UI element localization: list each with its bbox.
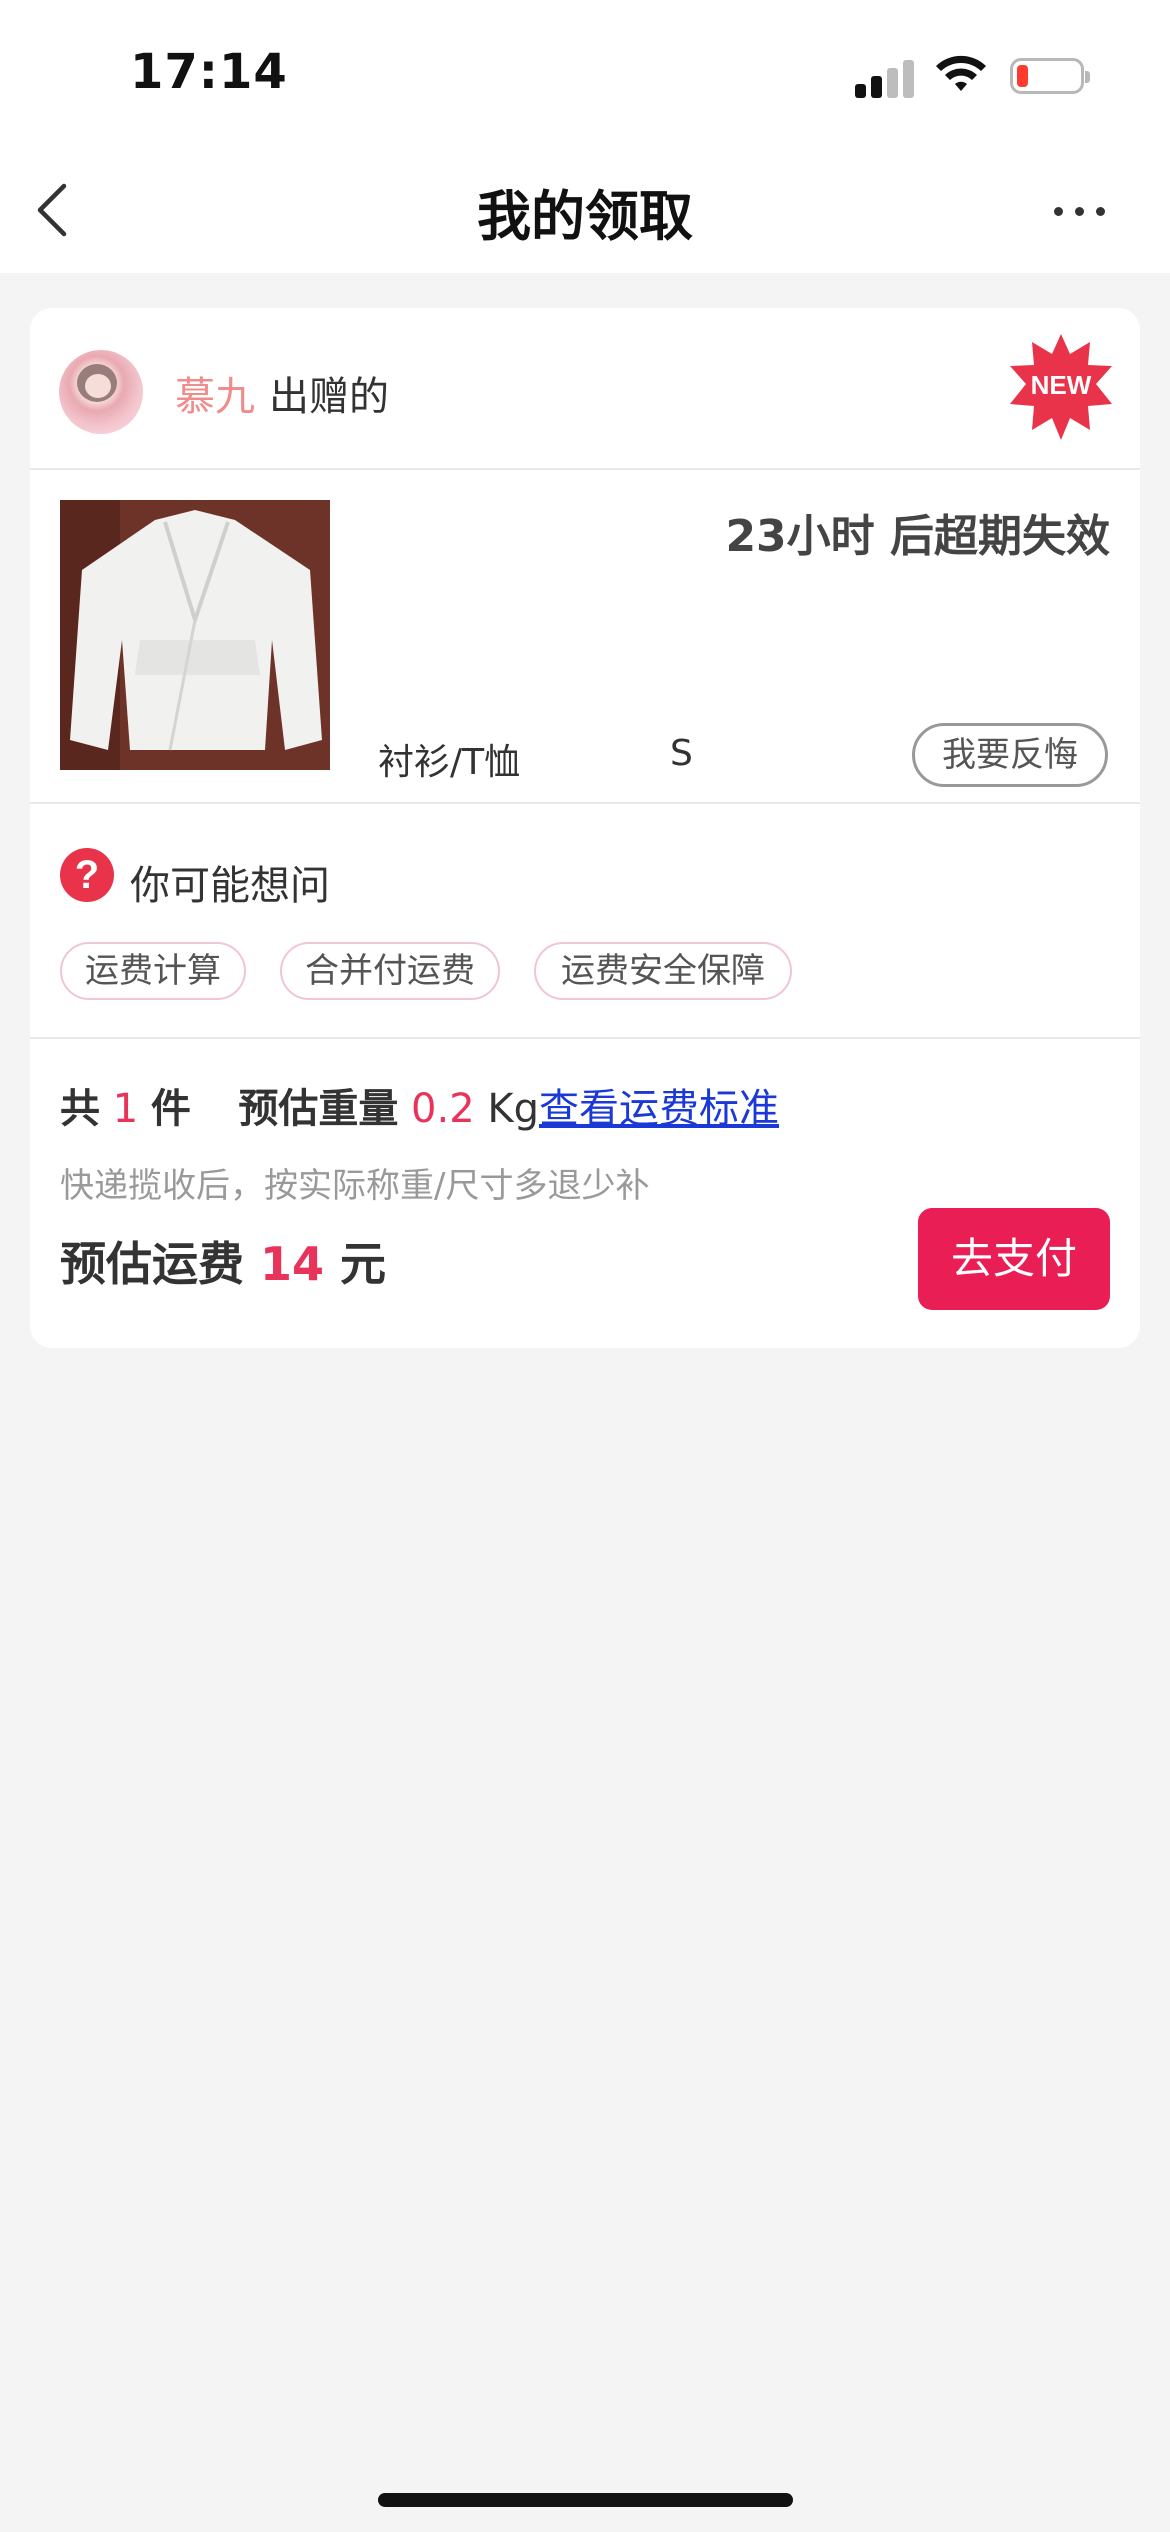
faq-tag-shipping-calc[interactable]: 运费计算	[60, 942, 246, 1000]
product-category: 衬衫/T恤	[378, 742, 521, 783]
weight-unit: Kg	[487, 1086, 540, 1132]
divider	[30, 468, 1140, 470]
nav-bar: 我的领取	[0, 150, 1170, 273]
divider	[30, 1037, 1140, 1039]
page-title: 我的领取	[477, 185, 693, 248]
order-summary: 共 1 件 预估重量 0.2 Kg查看运费标准	[60, 1076, 779, 1134]
wifi-icon	[936, 55, 986, 91]
giver-suffix: 出赠的	[269, 374, 389, 420]
battery-low-icon	[1010, 58, 1090, 94]
item-count: 1	[112, 1086, 139, 1132]
product-image[interactable]	[60, 500, 330, 770]
faq-tag-shipping-protection[interactable]: 运费安全保障	[534, 942, 792, 1000]
estimated-fee: 预估运费 14 元	[60, 1228, 386, 1294]
more-dots-icon[interactable]	[1050, 195, 1110, 225]
question-circle-icon: ?	[60, 848, 114, 902]
regret-button[interactable]: 我要反悔	[912, 723, 1108, 787]
expiry-countdown: 23小时 后超期失效	[725, 511, 1110, 562]
fee-value: 14	[260, 1237, 325, 1291]
fee-unit: 元	[340, 1237, 387, 1291]
cellular-signal-icon	[855, 58, 915, 98]
new-badge: NEW	[1008, 334, 1114, 440]
giver-name[interactable]: 慕九	[175, 374, 255, 420]
white-blouse-image	[60, 500, 330, 770]
new-badge-label: NEW	[1030, 370, 1092, 400]
avatar[interactable]	[59, 350, 143, 434]
status-time: 17:14	[130, 44, 288, 100]
divider	[30, 802, 1140, 804]
home-indicator	[378, 2493, 793, 2507]
fee-standard-link[interactable]: 查看运费标准	[539, 1086, 779, 1132]
fee-label: 预估运费	[60, 1237, 244, 1291]
weight-value: 0.2	[411, 1086, 475, 1132]
weight-label: 预估重量	[238, 1086, 399, 1132]
shipping-note: 快递揽收后，按实际称重/尺寸多退少补	[60, 1166, 650, 1206]
total-prefix: 共	[60, 1086, 100, 1132]
battery-level	[1017, 65, 1028, 87]
faq-title: 你可能想问	[130, 863, 330, 909]
gift-card: 慕九 出赠的 NEW 23小时 后超期失效 衬衫/T恤 S 我要反悔 ? 你可能想…	[30, 308, 1140, 1348]
giver-line: 慕九 出赠的	[175, 364, 389, 422]
product-size: S	[670, 733, 693, 774]
faq-tag-combined-shipping[interactable]: 合并付运费	[280, 942, 500, 1000]
status-bar: 17:14	[0, 0, 1170, 150]
pay-button[interactable]: 去支付	[918, 1208, 1110, 1310]
item-count-unit: 件	[150, 1086, 191, 1132]
